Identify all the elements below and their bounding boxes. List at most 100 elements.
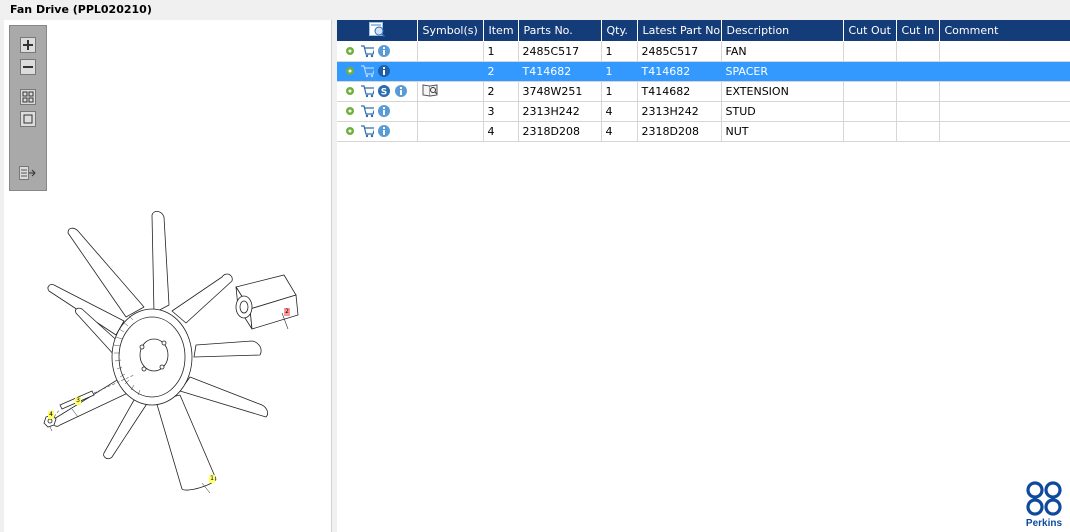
column-header-qty[interactable]: Qty. [601, 20, 638, 42]
window-title-bar: Fan Drive (PPL020210) [0, 0, 1070, 20]
gear-icon[interactable] [343, 84, 357, 98]
perkins-logo-mark [1026, 481, 1062, 516]
illustration-pane[interactable]: 2 3 4 1 [4, 20, 332, 532]
row-qty: 1 [601, 61, 638, 82]
fit-page-icon[interactable] [19, 88, 37, 106]
column-header-description[interactable]: Description [721, 20, 844, 42]
parts-list-pane: Symbol(s) Item Parts No. Qty. Latest Par… [337, 20, 1070, 532]
column-header-comment[interactable]: Comment [939, 20, 1070, 42]
find-part-icon [368, 21, 385, 37]
row-comment [939, 101, 1070, 122]
row-description: NUT [721, 121, 844, 142]
info-icon[interactable] [377, 104, 391, 118]
perkins-logo-text: Perkins [1025, 518, 1063, 529]
gear-icon[interactable] [343, 44, 357, 58]
cart-icon[interactable] [360, 44, 374, 58]
row-actions [337, 41, 418, 62]
viewer-toolbar [9, 25, 47, 191]
cart-icon[interactable] [360, 64, 374, 78]
svg-text:S: S [381, 88, 387, 98]
row-item: 4 [483, 121, 519, 142]
row-item: 3 [483, 101, 519, 122]
row-qty: 4 [601, 101, 638, 122]
row-cut-in [896, 41, 940, 62]
book-search-icon[interactable] [422, 83, 440, 97]
row-description: STUD [721, 101, 844, 122]
row-part-no[interactable]: 2485C517 [518, 41, 602, 62]
row-latest-part-no[interactable]: T414682 [637, 81, 722, 102]
column-header-item[interactable]: Item [483, 20, 519, 42]
row-latest-part-no[interactable]: T414682 [637, 61, 722, 82]
row-comment [939, 81, 1070, 102]
row-cut-out [843, 121, 897, 142]
parts-table: Symbol(s) Item Parts No. Qty. Latest Par… [337, 20, 1070, 142]
row-symbols [417, 41, 484, 62]
row-cut-in [896, 101, 940, 122]
supersession-icon[interactable]: S [377, 84, 391, 98]
row-comment [939, 61, 1070, 82]
row-cut-out [843, 61, 897, 82]
row-part-no[interactable]: 3748W251 [518, 81, 602, 102]
callout-1[interactable]: 1 [209, 475, 215, 483]
cart-icon[interactable] [360, 84, 374, 98]
table-row[interactable]: 3 2313H242 4 2313H242 STUD [337, 101, 1070, 122]
row-item: 1 [483, 41, 519, 62]
row-description: FAN [721, 41, 844, 62]
info-icon[interactable] [377, 124, 391, 138]
row-qty: 1 [601, 81, 638, 102]
info-icon[interactable] [377, 64, 391, 78]
cart-icon[interactable] [360, 124, 374, 138]
table-row[interactable]: 1 2485C517 1 2485C517 FAN [337, 41, 1070, 62]
row-latest-part-no[interactable]: 2318D208 [637, 121, 722, 142]
column-header-actions[interactable] [337, 20, 418, 42]
row-symbols [417, 61, 484, 82]
cart-icon[interactable] [360, 104, 374, 118]
row-part-no[interactable]: 2318D208 [518, 121, 602, 142]
row-item: 2 [483, 81, 519, 102]
row-item: 2 [483, 61, 519, 82]
table-header-row: Symbol(s) Item Parts No. Qty. Latest Par… [337, 20, 1070, 42]
row-comment [939, 41, 1070, 62]
row-cut-out [843, 41, 897, 62]
row-latest-part-no[interactable]: 2485C517 [637, 41, 722, 62]
gear-icon[interactable] [343, 124, 357, 138]
row-qty: 4 [601, 121, 638, 142]
info-icon[interactable] [377, 44, 391, 58]
callout-3[interactable]: 3 [75, 397, 81, 405]
column-header-latest-part-no[interactable]: Latest Part No. [637, 20, 722, 42]
row-cut-out [843, 101, 897, 122]
row-cut-out [843, 81, 897, 102]
row-symbols [417, 101, 484, 122]
row-description: EXTENSION [721, 81, 844, 102]
gear-icon[interactable] [343, 104, 357, 118]
row-actions [337, 121, 418, 142]
zoom-in-icon[interactable] [19, 36, 37, 54]
info-icon[interactable] [394, 84, 408, 98]
zoom-out-icon[interactable] [19, 58, 37, 76]
actual-size-icon[interactable] [19, 110, 37, 128]
callout-4[interactable]: 4 [48, 411, 54, 419]
table-row-selected[interactable]: 2 T414682 1 T414682 SPACER [337, 61, 1070, 82]
column-header-symbols[interactable]: Symbol(s) [417, 20, 484, 42]
row-cut-in [896, 121, 940, 142]
row-cut-in [896, 61, 940, 82]
column-header-cut-out[interactable]: Cut Out [843, 20, 897, 42]
gear-icon[interactable] [343, 64, 357, 78]
row-part-no[interactable]: 2313H242 [518, 101, 602, 122]
row-part-no[interactable]: T414682 [518, 61, 602, 82]
row-actions [337, 101, 418, 122]
window-title: Fan Drive (PPL020210) [10, 3, 152, 16]
perkins-logo: Perkins [1022, 480, 1066, 530]
row-latest-part-no[interactable]: 2313H242 [637, 101, 722, 122]
export-icon[interactable] [19, 164, 37, 182]
row-actions [337, 61, 418, 82]
row-comment [939, 121, 1070, 142]
column-header-parts-no[interactable]: Parts No. [518, 20, 602, 42]
row-description: SPACER [721, 61, 844, 82]
table-row[interactable]: 4 2318D208 4 2318D208 NUT [337, 121, 1070, 142]
table-row[interactable]: S 2 3748W251 1 T414682 EXTENSION [337, 81, 1070, 102]
fan-drive-drawing[interactable] [4, 195, 332, 532]
callout-2[interactable]: 2 [284, 308, 290, 316]
row-qty: 1 [601, 41, 638, 62]
column-header-cut-in[interactable]: Cut In [896, 20, 940, 42]
